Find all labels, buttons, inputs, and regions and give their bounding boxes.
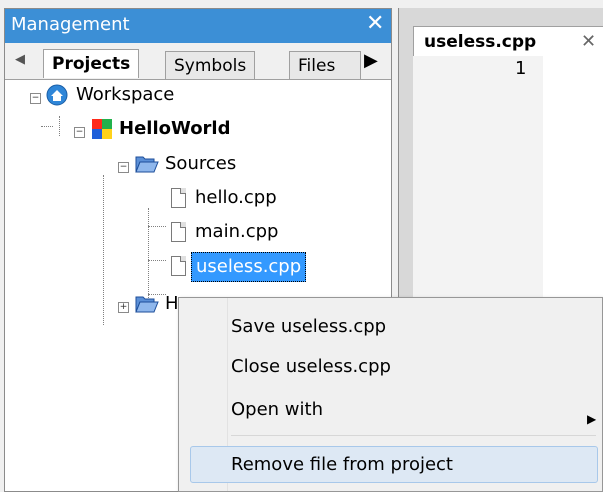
window: Management ✕ ◀ Projects Symbols Files ▶	[0, 0, 603, 492]
tab-symbols-label: Symbols	[174, 56, 247, 76]
menu-item-label: Remove file from project	[231, 454, 453, 475]
collapse-icon[interactable]: −	[74, 127, 85, 138]
tree-line	[103, 175, 104, 325]
expand-icon[interactable]: +	[118, 302, 129, 313]
scroll-right-icon[interactable]: ▶	[364, 50, 378, 71]
workspace-label: Workspace	[76, 84, 175, 105]
menu-item-label: Open with	[231, 399, 323, 420]
workspace-icon	[46, 84, 68, 106]
project-label: HelloWorld	[119, 118, 231, 139]
management-tabbar: ◀ Projects Symbols Files ▶	[5, 43, 391, 80]
menu-item-label: Save useless.cpp	[231, 316, 387, 337]
tab-projects[interactable]: Projects	[43, 49, 140, 78]
close-icon[interactable]: ✕	[581, 27, 596, 57]
tab-files-label: Files	[298, 56, 336, 76]
submenu-arrow-icon: ▶	[587, 412, 597, 426]
collapse-icon[interactable]: −	[30, 93, 41, 104]
folder-open-icon	[135, 296, 159, 313]
line-number: 1	[515, 58, 527, 79]
tree-line	[148, 226, 166, 227]
menu-item-save[interactable]: Save useless.cpp	[231, 310, 386, 344]
folder-open-icon	[135, 156, 159, 173]
menu-item-open-with[interactable]: Open with	[231, 393, 323, 427]
context-menu: Save useless.cpp Close useless.cpp Open …	[178, 297, 603, 492]
file-icon	[171, 188, 186, 208]
management-title: Management	[11, 14, 130, 35]
sources-label: Sources	[165, 153, 237, 174]
menu-item-close[interactable]: Close useless.cpp	[231, 350, 391, 384]
menu-item-label: Close useless.cpp	[231, 356, 391, 377]
tree-line	[148, 260, 166, 261]
file-label: hello.cpp	[195, 187, 277, 208]
tab-projects-label: Projects	[52, 54, 131, 74]
tab-symbols[interactable]: Symbols	[165, 51, 256, 79]
selected-file-label: useless.cpp	[191, 252, 307, 282]
tab-files[interactable]: Files	[289, 51, 361, 79]
scroll-left-icon[interactable]: ◀	[15, 52, 25, 67]
file-icon	[171, 222, 186, 242]
tree-line	[41, 126, 53, 127]
collapse-icon[interactable]: −	[118, 162, 129, 173]
project-icon	[92, 119, 112, 139]
management-header: Management ✕	[5, 9, 391, 43]
editor-tab-label: useless.cpp	[424, 32, 537, 52]
editor-tab[interactable]: useless.cpp ✕	[413, 26, 603, 57]
tree-line	[59, 116, 60, 136]
file-label: main.cpp	[195, 221, 279, 242]
menu-separator	[231, 435, 596, 436]
file-icon	[171, 256, 186, 276]
tree-line	[148, 208, 149, 298]
headers-label: H	[165, 293, 179, 314]
close-icon[interactable]: ✕	[366, 11, 384, 37]
menu-item-remove-file[interactable]: Remove file from project	[231, 448, 453, 482]
